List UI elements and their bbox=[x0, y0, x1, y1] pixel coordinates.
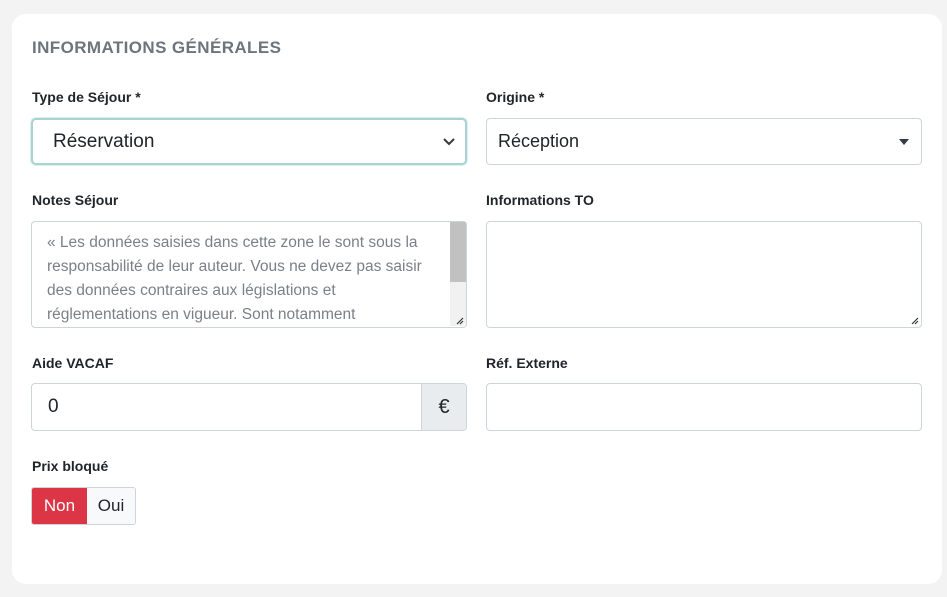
type-sejour-label: Type de Séjour * bbox=[32, 89, 141, 105]
aide-vacaf-label: Aide VACAF bbox=[32, 355, 114, 371]
aide-vacaf-value: 0 bbox=[48, 396, 59, 417]
notes-sejour-label: Notes Séjour bbox=[32, 192, 119, 208]
caret-down-icon bbox=[899, 139, 909, 145]
resize-grip-icon[interactable] bbox=[909, 315, 919, 325]
section-title: INFORMATIONS GÉNÉRALES bbox=[32, 38, 282, 57]
general-info-card: INFORMATIONS GÉNÉRALES Type de Séjour * … bbox=[12, 14, 942, 584]
prix-bloque-toggle-group: Non Oui bbox=[31, 487, 136, 525]
ref-externe-label: Réf. Externe bbox=[486, 355, 568, 371]
ref-externe-input[interactable] bbox=[486, 383, 922, 431]
origine-value: Réception bbox=[498, 131, 580, 151]
chevron-down-icon bbox=[443, 138, 455, 146]
type-sejour-value: Réservation bbox=[53, 131, 155, 152]
notes-sejour-scrollbar[interactable] bbox=[450, 222, 466, 326]
origine-label: Origine * bbox=[486, 89, 545, 105]
notes-sejour-textarea[interactable]: « Les données saisies dans cette zone le… bbox=[31, 221, 467, 328]
resize-grip-icon[interactable] bbox=[454, 315, 464, 325]
origine-select[interactable]: Réception bbox=[486, 118, 922, 165]
notes-sejour-placeholder: « Les données saisies dans cette zone le… bbox=[47, 234, 422, 323]
prix-bloque-label: Prix bloqué bbox=[32, 458, 109, 474]
informations-to-label: Informations TO bbox=[486, 192, 594, 208]
scrollbar-thumb[interactable] bbox=[450, 222, 466, 282]
type-sejour-select[interactable]: Réservation bbox=[31, 118, 467, 165]
informations-to-textarea[interactable] bbox=[486, 221, 922, 328]
non-button[interactable]: Non bbox=[32, 488, 87, 524]
aide-vacaf-input[interactable]: 0 € bbox=[31, 383, 467, 431]
euro-addon: € bbox=[421, 384, 466, 430]
oui-button[interactable]: Oui bbox=[87, 488, 135, 524]
